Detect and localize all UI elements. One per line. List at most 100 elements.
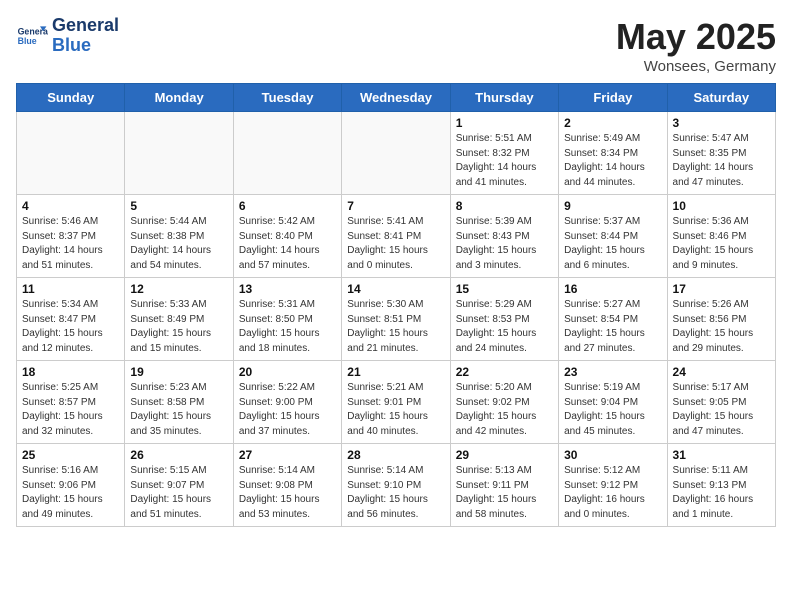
- calendar-week-row: 4 Sunrise: 5:46 AM Sunset: 8:37 PM Daylig…: [17, 195, 776, 278]
- day-detail: Sunrise: 5:51 AM Sunset: 8:32 PM Dayligh…: [456, 132, 553, 190]
- day-number: 25: [22, 448, 119, 462]
- day-detail: Sunrise: 5:15 AM Sunset: 9:07 PM Dayligh…: [130, 464, 227, 522]
- day-number: 20: [239, 365, 336, 379]
- day-number: 27: [239, 448, 336, 462]
- calendar-cell: 7 Sunrise: 5:41 AM Sunset: 8:41 PM Daylig…: [342, 195, 450, 278]
- day-detail: Sunrise: 5:14 AM Sunset: 9:08 PM Dayligh…: [239, 464, 336, 522]
- calendar-cell: 13 Sunrise: 5:31 AM Sunset: 8:50 PM Dayli…: [233, 278, 341, 361]
- day-number: 2: [564, 116, 661, 130]
- weekday-header: Wednesday: [342, 84, 450, 112]
- calendar-cell: 8Sunrise: 5:39 AM Sunset: 8:43 PM Daylig…: [450, 195, 558, 278]
- calendar-cell: 2 Sunrise: 5:49 AM Sunset: 8:34 PM Daylig…: [559, 112, 667, 195]
- logo-icon: General Blue: [16, 20, 48, 52]
- day-detail: Sunrise: 5:17 AM Sunset: 9:05 PM Dayligh…: [673, 381, 770, 439]
- day-detail: Sunrise: 5:16 AM Sunset: 9:06 PM Dayligh…: [22, 464, 119, 522]
- day-number: 16: [564, 282, 661, 296]
- calendar-cell: 18Sunrise: 5:25 AM Sunset: 8:57 PM Dayli…: [17, 361, 125, 444]
- calendar-cell: [233, 112, 341, 195]
- calendar-cell: [342, 112, 450, 195]
- day-number: 11: [22, 282, 119, 296]
- subtitle: Wonsees, Germany: [616, 58, 776, 75]
- day-detail: Sunrise: 5:37 AM Sunset: 8:44 PM Dayligh…: [564, 215, 661, 273]
- calendar-cell: 19 Sunrise: 5:23 AM Sunset: 8:58 PM Dayli…: [125, 361, 233, 444]
- calendar-cell: 5 Sunrise: 5:44 AM Sunset: 8:38 PM Daylig…: [125, 195, 233, 278]
- day-detail: Sunrise: 5:19 AM Sunset: 9:04 PM Dayligh…: [564, 381, 661, 439]
- logo: General Blue General Blue: [16, 16, 119, 56]
- day-detail: Sunrise: 5:27 AM Sunset: 8:54 PM Dayligh…: [564, 298, 661, 356]
- day-detail: Sunrise: 5:14 AM Sunset: 9:10 PM Dayligh…: [347, 464, 444, 522]
- weekday-header-row: SundayMondayTuesdayWednesdayThursdayFrid…: [17, 84, 776, 112]
- day-detail: Sunrise: 5:20 AM Sunset: 9:02 PM Dayligh…: [456, 381, 553, 439]
- calendar-cell: [17, 112, 125, 195]
- day-detail: Sunrise: 5:13 AM Sunset: 9:11 PM Dayligh…: [456, 464, 553, 522]
- day-detail: Sunrise: 5:44 AM Sunset: 8:38 PM Dayligh…: [130, 215, 227, 273]
- day-number: 1: [456, 116, 553, 130]
- svg-text:Blue: Blue: [18, 36, 37, 46]
- day-number: 6: [239, 199, 336, 213]
- calendar-cell: 17Sunrise: 5:26 AM Sunset: 8:56 PM Dayli…: [667, 278, 775, 361]
- calendar-cell: 28 Sunrise: 5:14 AM Sunset: 9:10 PM Dayli…: [342, 444, 450, 527]
- day-detail: Sunrise: 5:34 AM Sunset: 8:47 PM Dayligh…: [22, 298, 119, 356]
- day-detail: Sunrise: 5:49 AM Sunset: 8:34 PM Dayligh…: [564, 132, 661, 190]
- calendar-cell: 20 Sunrise: 5:22 AM Sunset: 9:00 PM Dayli…: [233, 361, 341, 444]
- calendar-cell: 25 Sunrise: 5:16 AM Sunset: 9:06 PM Dayli…: [17, 444, 125, 527]
- calendar-cell: 24 Sunrise: 5:17 AM Sunset: 9:05 PM Dayli…: [667, 361, 775, 444]
- day-detail: Sunrise: 5:42 AM Sunset: 8:40 PM Dayligh…: [239, 215, 336, 273]
- day-number: 30: [564, 448, 661, 462]
- day-number: 9: [564, 199, 661, 213]
- calendar-cell: 10Sunrise: 5:36 AM Sunset: 8:46 PM Dayli…: [667, 195, 775, 278]
- day-number: 23: [564, 365, 661, 379]
- day-detail: Sunrise: 5:23 AM Sunset: 8:58 PM Dayligh…: [130, 381, 227, 439]
- day-number: 24: [673, 365, 770, 379]
- day-number: 8: [456, 199, 553, 213]
- day-detail: Sunrise: 5:22 AM Sunset: 9:00 PM Dayligh…: [239, 381, 336, 439]
- day-number: 18: [22, 365, 119, 379]
- calendar-cell: 3 Sunrise: 5:47 AM Sunset: 8:35 PM Daylig…: [667, 112, 775, 195]
- day-number: 5: [130, 199, 227, 213]
- day-number: 28: [347, 448, 444, 462]
- day-number: 7: [347, 199, 444, 213]
- calendar-cell: 4 Sunrise: 5:46 AM Sunset: 8:37 PM Daylig…: [17, 195, 125, 278]
- logo-text: General Blue: [52, 16, 119, 56]
- calendar-cell: 21Sunrise: 5:21 AM Sunset: 9:01 PM Dayli…: [342, 361, 450, 444]
- calendar-table: SundayMondayTuesdayWednesdayThursdayFrid…: [16, 83, 776, 527]
- day-number: 29: [456, 448, 553, 462]
- calendar-cell: 27 Sunrise: 5:14 AM Sunset: 9:08 PM Dayli…: [233, 444, 341, 527]
- calendar-cell: 16 Sunrise: 5:27 AM Sunset: 8:54 PM Dayli…: [559, 278, 667, 361]
- day-detail: Sunrise: 5:31 AM Sunset: 8:50 PM Dayligh…: [239, 298, 336, 356]
- calendar-cell: 26Sunrise: 5:15 AM Sunset: 9:07 PM Dayli…: [125, 444, 233, 527]
- day-detail: Sunrise: 5:12 AM Sunset: 9:12 PM Dayligh…: [564, 464, 661, 522]
- day-detail: Sunrise: 5:11 AM Sunset: 9:13 PM Dayligh…: [673, 464, 770, 522]
- day-detail: Sunrise: 5:29 AM Sunset: 8:53 PM Dayligh…: [456, 298, 553, 356]
- calendar-week-row: 25 Sunrise: 5:16 AM Sunset: 9:06 PM Dayli…: [17, 444, 776, 527]
- day-detail: Sunrise: 5:33 AM Sunset: 8:49 PM Dayligh…: [130, 298, 227, 356]
- weekday-header: Tuesday: [233, 84, 341, 112]
- day-detail: Sunrise: 5:46 AM Sunset: 8:37 PM Dayligh…: [22, 215, 119, 273]
- day-number: 19: [130, 365, 227, 379]
- day-number: 31: [673, 448, 770, 462]
- calendar-cell: 29 Sunrise: 5:13 AM Sunset: 9:11 PM Dayli…: [450, 444, 558, 527]
- calendar-cell: 9 Sunrise: 5:37 AM Sunset: 8:44 PM Daylig…: [559, 195, 667, 278]
- day-number: 3: [673, 116, 770, 130]
- calendar-cell: 6 Sunrise: 5:42 AM Sunset: 8:40 PM Daylig…: [233, 195, 341, 278]
- calendar-cell: 31 Sunrise: 5:11 AM Sunset: 9:13 PM Dayli…: [667, 444, 775, 527]
- title-area: May 2025 Wonsees, Germany: [616, 16, 776, 75]
- calendar-cell: 22 Sunrise: 5:20 AM Sunset: 9:02 PM Dayli…: [450, 361, 558, 444]
- calendar-week-row: 18Sunrise: 5:25 AM Sunset: 8:57 PM Dayli…: [17, 361, 776, 444]
- weekday-header: Monday: [125, 84, 233, 112]
- day-number: 21: [347, 365, 444, 379]
- weekday-header: Sunday: [17, 84, 125, 112]
- day-detail: Sunrise: 5:47 AM Sunset: 8:35 PM Dayligh…: [673, 132, 770, 190]
- calendar-cell: 11 Sunrise: 5:34 AM Sunset: 8:47 PM Dayli…: [17, 278, 125, 361]
- day-detail: Sunrise: 5:41 AM Sunset: 8:41 PM Dayligh…: [347, 215, 444, 273]
- day-number: 14: [347, 282, 444, 296]
- day-number: 15: [456, 282, 553, 296]
- day-number: 22: [456, 365, 553, 379]
- calendar-cell: 14Sunrise: 5:30 AM Sunset: 8:51 PM Dayli…: [342, 278, 450, 361]
- weekday-header: Saturday: [667, 84, 775, 112]
- calendar-cell: 30 Sunrise: 5:12 AM Sunset: 9:12 PM Dayli…: [559, 444, 667, 527]
- day-number: 13: [239, 282, 336, 296]
- month-title: May 2025: [616, 16, 776, 58]
- calendar-week-row: 11 Sunrise: 5:34 AM Sunset: 8:47 PM Dayli…: [17, 278, 776, 361]
- day-number: 4: [22, 199, 119, 213]
